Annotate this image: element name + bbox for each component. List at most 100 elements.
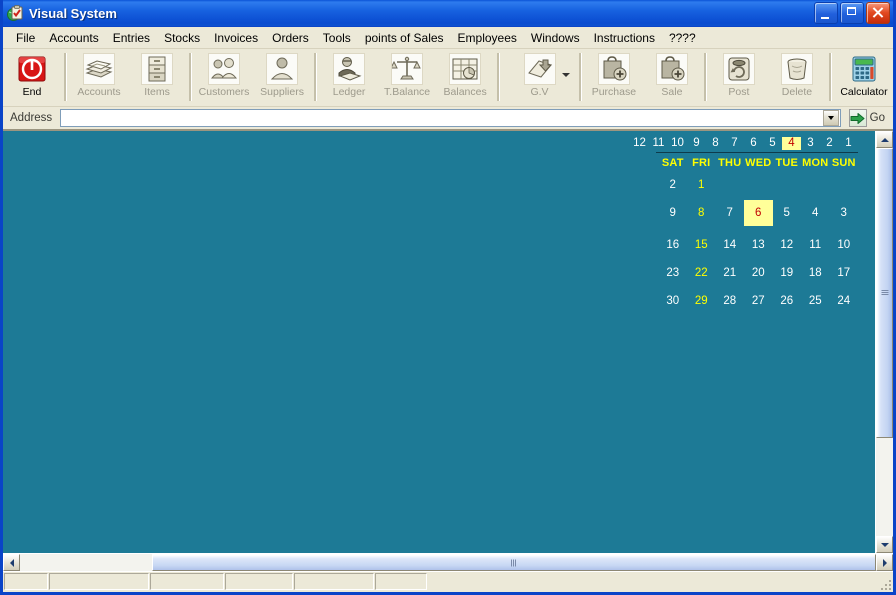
calendar-month-12[interactable]: 12	[630, 137, 649, 150]
toolbar-button-post[interactable]: Post	[710, 51, 768, 103]
calendar-day-9[interactable]: 9	[659, 204, 688, 222]
calendar-day-5[interactable]: 5	[773, 204, 802, 222]
address-input[interactable]	[61, 109, 823, 127]
calendar-day-18[interactable]: 18	[801, 264, 830, 282]
toolbar-button-tbalance[interactable]: T.Balance	[378, 51, 436, 103]
toolbar-label-ledger: Ledger	[332, 86, 366, 98]
toolbar-separator	[497, 53, 501, 101]
calendar-month-4-selected[interactable]: 4	[782, 137, 801, 150]
calendar-dow-wed: WED	[745, 157, 772, 169]
calendar-month-8[interactable]: 8	[706, 137, 725, 150]
toolbar-button-customers[interactable]: Customers	[195, 51, 253, 103]
calendar-day-21[interactable]: 21	[716, 264, 745, 282]
calendar-day-15[interactable]: 15	[687, 236, 716, 254]
calendar-month-5[interactable]: 5	[763, 137, 782, 150]
calendar-month-6[interactable]: 6	[744, 137, 763, 150]
calendar-day-20[interactable]: 20	[744, 264, 773, 282]
address-combobox[interactable]	[60, 109, 841, 127]
calendar-month-selector: 12 11 10 9 8 7 6 5 4 3 2 1	[633, 137, 858, 153]
menu-item-file[interactable]: File	[9, 29, 42, 47]
horizontal-scrollbar[interactable]	[3, 553, 893, 571]
maximize-button[interactable]	[840, 2, 864, 24]
toolbar-button-accounts[interactable]: Accounts	[70, 51, 128, 103]
calendar-day-19[interactable]: 19	[773, 264, 802, 282]
calendar-day-2[interactable]: 2	[659, 176, 688, 194]
calendar-day-1[interactable]: 1	[687, 176, 716, 194]
chevron-down-icon[interactable]	[561, 73, 570, 77]
calendar-day-13[interactable]: 13	[744, 236, 773, 254]
menu-item-instructions[interactable]: Instructions	[587, 29, 662, 47]
calendar-day-28[interactable]: 28	[716, 292, 745, 310]
toolbar-button-items[interactable]: Items	[128, 51, 186, 103]
menu-item-windows[interactable]: Windows	[524, 29, 587, 47]
calendar-day-6-selected[interactable]: 6	[744, 200, 773, 226]
calendar-day-16[interactable]: 16	[659, 236, 688, 254]
calendar-month-11[interactable]: 11	[649, 137, 668, 150]
menu-item-accounts[interactable]: Accounts	[42, 29, 105, 47]
toolbar-button-balances[interactable]: Balances	[436, 51, 494, 103]
minimize-button[interactable]	[814, 2, 838, 24]
calendar-day-10[interactable]: 10	[830, 236, 859, 254]
vertical-scroll-track[interactable]	[876, 148, 893, 536]
scroll-left-button[interactable]	[3, 554, 20, 571]
calendar-day-29[interactable]: 29	[687, 292, 716, 310]
horizontal-scroll-thumb[interactable]	[152, 554, 876, 571]
calendar-month-10[interactable]: 10	[668, 137, 687, 150]
menu-item-tools[interactable]: Tools	[316, 29, 358, 47]
calendar-day-3[interactable]: 3	[830, 204, 859, 222]
calendar-month-3[interactable]: 3	[801, 137, 820, 150]
toolbar-button-purchase[interactable]: Purchase	[585, 51, 643, 103]
calendar-dow-tue: TUE	[775, 157, 799, 169]
menu-item-orders[interactable]: Orders	[265, 29, 316, 47]
green-arrow-right-icon	[848, 109, 867, 127]
calendar-day-24[interactable]: 24	[830, 292, 859, 310]
close-button[interactable]	[866, 2, 890, 24]
menu-item-points-of-sales[interactable]: points of Sales	[358, 29, 451, 47]
calendar-day-8[interactable]: 8	[687, 204, 716, 222]
trash-bin-icon	[780, 53, 813, 85]
address-dropdown-button[interactable]	[822, 110, 839, 126]
toolbar-button-end[interactable]: End	[3, 51, 61, 103]
scroll-down-button[interactable]	[876, 536, 893, 553]
vertical-scrollbar[interactable]	[875, 131, 893, 553]
calendar-month-9[interactable]: 9	[687, 137, 706, 150]
toolbar-button-sale[interactable]: Sale	[643, 51, 701, 103]
scroll-up-button[interactable]	[876, 131, 893, 148]
calendar-day-26[interactable]: 26	[773, 292, 802, 310]
vertical-scroll-thumb[interactable]	[876, 148, 893, 438]
calendar-day-17[interactable]: 17	[830, 264, 859, 282]
calendar-dow-mon: MON	[802, 157, 829, 169]
scales-icon	[391, 53, 424, 85]
toolbar-button-suppliers[interactable]: Suppliers	[253, 51, 311, 103]
menu-item-invoices[interactable]: Invoices	[207, 29, 265, 47]
go-button[interactable]: Go	[845, 109, 889, 127]
calendar-day-7[interactable]: 7	[716, 204, 745, 222]
calendar-month-7[interactable]: 7	[725, 137, 744, 150]
toolbar-button-ledger[interactable]: Ledger	[320, 51, 378, 103]
menu-item-entries[interactable]: Entries	[106, 29, 157, 47]
calendar-day-23[interactable]: 23	[659, 264, 688, 282]
scroll-right-button[interactable]	[876, 554, 893, 571]
calendar-month-2[interactable]: 2	[820, 137, 839, 150]
scroll-grip-icon	[511, 559, 517, 566]
calendar-day-12[interactable]: 12	[773, 236, 802, 254]
menu-item-unknown[interactable]: ????	[662, 29, 703, 47]
calendar-day-22[interactable]: 22	[687, 264, 716, 282]
toolbar-label-gv: G.V	[530, 86, 549, 98]
toolbar-button-calculator[interactable]: Calculator	[835, 51, 893, 103]
menu-item-stocks[interactable]: Stocks	[157, 29, 207, 47]
calendar-day-25[interactable]: 25	[801, 292, 830, 310]
calendar-day-30[interactable]: 30	[659, 292, 688, 310]
calendar-day-4[interactable]: 4	[801, 204, 830, 222]
calendar-day-11[interactable]: 11	[801, 236, 830, 254]
horizontal-scroll-track[interactable]	[20, 554, 876, 571]
calendar-day-headers: SAT FRI THU WED TUE MON SUN	[656, 156, 858, 170]
menu-item-employees[interactable]: Employees	[451, 29, 524, 47]
calendar-date-grid: 2 1 9 8 7 6 5 4 3 16 15 14 13 12 11 10 2…	[656, 176, 858, 310]
calendar-day-27[interactable]: 27	[744, 292, 773, 310]
toolbar-button-gv[interactable]: G.V	[503, 51, 576, 103]
resize-grip-icon[interactable]	[877, 576, 893, 592]
toolbar-button-delete[interactable]: Delete	[768, 51, 826, 103]
calendar-day-14[interactable]: 14	[716, 236, 745, 254]
calendar-month-1[interactable]: 1	[839, 137, 858, 150]
